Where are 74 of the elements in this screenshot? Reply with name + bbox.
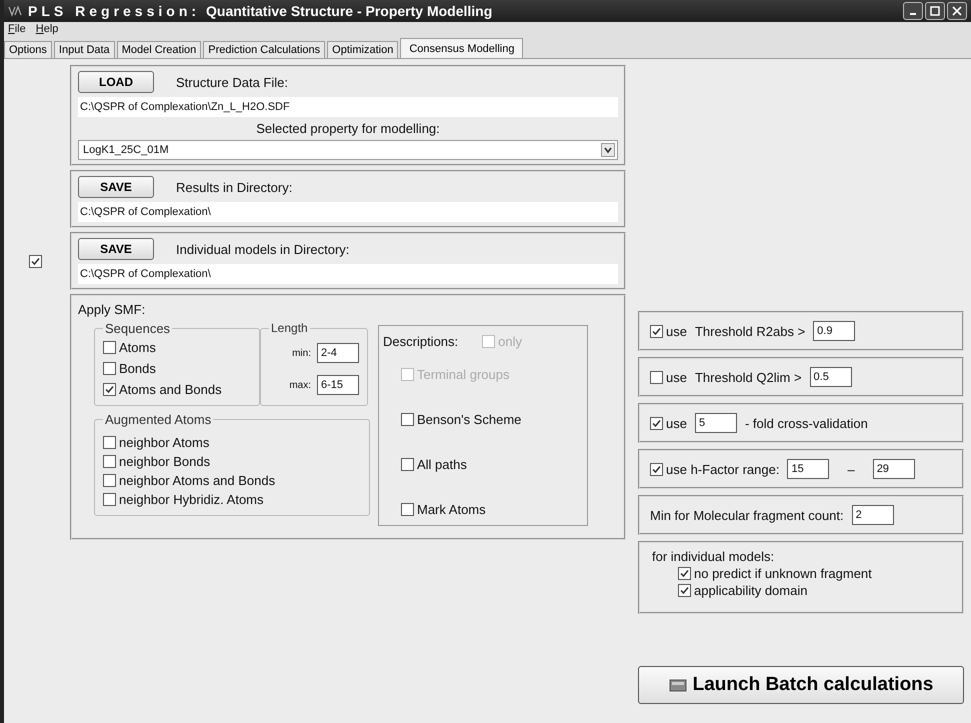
checkbox-option[interactable]: Atoms xyxy=(103,340,251,355)
min-label: min: xyxy=(292,348,311,358)
value-field[interactable]: 15 xyxy=(787,459,830,479)
checkbox-option[interactable]: neighbor Bonds xyxy=(103,454,361,469)
group-title: Augmented Atoms xyxy=(104,412,212,427)
option-label: - fold cross-validation xyxy=(744,416,868,430)
option-label: Threshold Q2lim > xyxy=(694,370,802,384)
app-icon xyxy=(8,5,22,17)
path-field[interactable]: C:\QSPR of Complexation\ xyxy=(78,264,618,284)
tab[interactable]: Model Creation xyxy=(116,41,202,58)
save-button[interactable]: SAVE xyxy=(78,238,154,260)
path-field[interactable]: C:\QSPR of Complexation\ xyxy=(78,202,618,222)
window-title: PLS Regression: xyxy=(28,3,200,19)
load-button[interactable]: LOAD xyxy=(78,71,154,93)
check-icon xyxy=(105,385,114,394)
option-label: Min for Molecular fragment count: xyxy=(650,508,844,522)
value-field[interactable]: 2 xyxy=(852,505,894,525)
checkbox-option[interactable]: use xyxy=(650,416,687,430)
launch-button[interactable]: Launch Batch calculations xyxy=(638,666,964,704)
max-label: max: xyxy=(289,380,311,390)
checkbox-option[interactable]: Mark Atoms xyxy=(401,502,583,517)
tab[interactable]: Optimization xyxy=(327,41,398,58)
checkbox-option[interactable]: neighbor Hybridiz. Atoms xyxy=(103,492,361,507)
field-label: Results in Directory: xyxy=(176,180,292,194)
close-icon xyxy=(952,6,962,16)
maximize-button[interactable] xyxy=(925,2,945,20)
checkbox-option[interactable]: use h-Factor range: xyxy=(650,462,780,476)
checkbox-option[interactable]: Atoms and Bonds xyxy=(103,382,251,397)
range-separator: – xyxy=(847,462,855,476)
checkbox-option[interactable]: use xyxy=(650,370,687,384)
value-field[interactable]: 0.5 xyxy=(810,367,852,387)
property-dropdown[interactable]: LogK1_25C_01M xyxy=(78,140,618,160)
check-icon xyxy=(652,464,661,474)
check-icon xyxy=(652,418,661,428)
section-title: for individual models: xyxy=(652,549,774,564)
option-label: Threshold R2abs > xyxy=(694,324,806,338)
checkbox-option[interactable]: neighbor Atoms and Bonds xyxy=(103,473,361,488)
field-label: Selected property for modelling: xyxy=(256,121,440,136)
field-label: Structure Data File: xyxy=(176,74,288,90)
group-title: Length xyxy=(270,321,309,335)
menu-item[interactable]: Help xyxy=(36,23,58,38)
maximize-icon xyxy=(930,6,940,16)
checkbox-option[interactable]: neighbor Atoms xyxy=(103,435,361,450)
caret-icon xyxy=(601,143,615,157)
minimize-button[interactable] xyxy=(903,2,923,20)
checkbox[interactable] xyxy=(29,254,42,268)
checkbox-option[interactable]: use xyxy=(650,324,687,338)
check-icon xyxy=(652,326,661,336)
calculator-icon xyxy=(668,678,687,692)
tab[interactable]: Options xyxy=(4,41,52,58)
path-field[interactable]: C:\QSPR of Complexation\Zn_L_H2O.SDF xyxy=(78,97,618,117)
tab[interactable]: Prediction Calculations xyxy=(203,41,326,58)
max-field[interactable]: 6-15 xyxy=(317,375,359,395)
checkbox-option[interactable]: Benson's Scheme xyxy=(401,412,583,427)
tab[interactable]: Input Data xyxy=(54,41,115,58)
checkbox-option[interactable]: Bonds xyxy=(103,361,251,376)
value-field[interactable]: 5 xyxy=(694,413,737,433)
section-title: Apply SMF: xyxy=(78,302,146,317)
minimize-icon xyxy=(910,13,916,15)
window-subtitle: Quantitative Structure - Property Modelling xyxy=(206,3,492,19)
tab[interactable]: Consensus Modelling xyxy=(400,38,524,58)
checkbox-option[interactable]: no predict if unknown fragment xyxy=(678,566,872,581)
checkbox-option[interactable]: applicability domain xyxy=(678,583,808,598)
close-button[interactable] xyxy=(947,2,967,20)
group-title: Descriptions: xyxy=(383,334,458,349)
min-field[interactable]: 2-4 xyxy=(317,343,359,363)
field-label: Individual models in Directory: xyxy=(176,242,350,256)
value-field[interactable]: 29 xyxy=(872,459,915,479)
check-icon xyxy=(31,256,40,266)
checkbox-option[interactable]: All paths xyxy=(401,457,583,472)
save-button[interactable]: SAVE xyxy=(78,176,154,198)
group-title: Sequences xyxy=(104,321,172,336)
value-field[interactable]: 0.9 xyxy=(813,321,856,341)
menu-item[interactable]: File xyxy=(8,23,26,38)
